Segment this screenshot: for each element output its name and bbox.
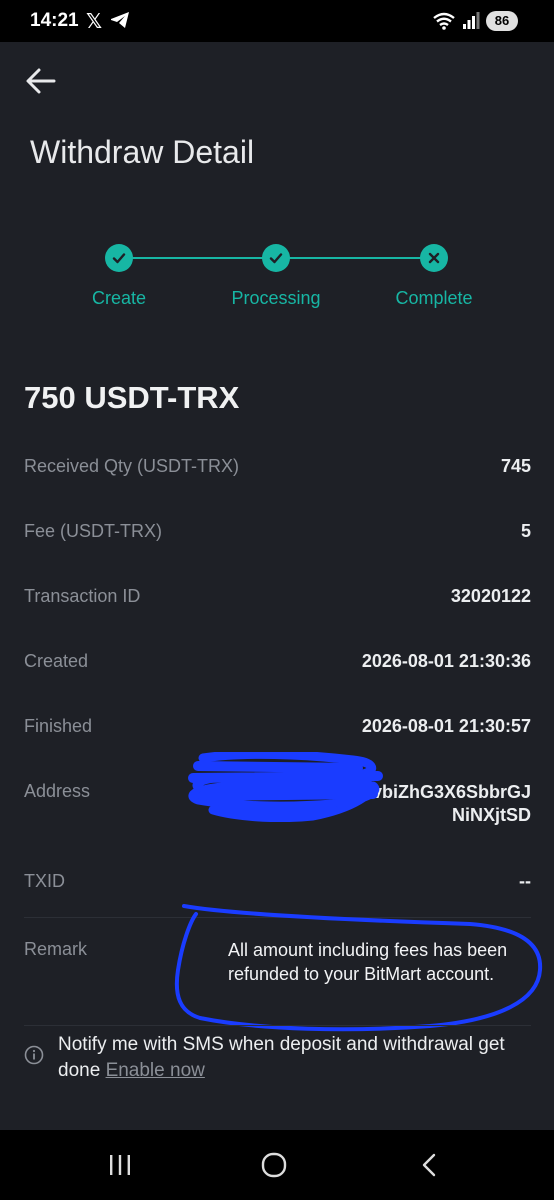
page-title: Withdraw Detail [30,134,255,170]
detail-row-fee: Fee (USDT-TRX) 5 [24,521,531,551]
withdraw-amount: 750 USDT-TRX [24,380,240,415]
home-circle-icon [261,1152,287,1178]
row-value: 745 [500,456,531,476]
back-arrow-icon[interactable] [24,64,58,98]
step-processing-dot [262,244,290,272]
info-icon [24,1045,44,1065]
step-label-complete: Complete [395,288,473,308]
check-icon [269,253,283,264]
step-label-processing: Processing [231,288,321,308]
address-value[interactable]: BvbiZhG3X6SbbrGJ NiNXjtSD [359,781,531,827]
row-label: Transaction ID [24,586,141,606]
status-time: 14:21 [30,10,79,31]
signal-icon [463,12,480,29]
check-icon [112,253,126,264]
x-app-icon: 𝕏 [86,11,103,33]
address-line-1: BvbiZhG3X6SbbrGJ [358,782,531,802]
step-connector [119,257,276,259]
row-value: 2026-08-01 21:30:36 [361,651,531,671]
detail-row-received-qty: Received Qty (USDT-TRX) 745 [24,456,531,486]
recent-apps-button[interactable] [100,1150,140,1180]
row-label: Address [24,781,91,801]
telegram-icon [111,12,129,28]
chevron-left-icon [422,1153,436,1177]
recent-apps-icon [110,1155,130,1175]
row-value: 5 [520,521,531,541]
step-complete-dot [420,244,448,272]
address-line-2: NiNXjtSD [451,805,531,825]
row-value: -- [519,871,531,891]
detail-row-transaction-id: Transaction ID 32020122 [24,586,531,616]
row-value[interactable]: 32020122 [451,586,531,607]
row-value: 2026-08-01 21:30:57 [361,716,531,736]
row-label: Remark [24,939,88,959]
detail-row-finished: Finished 2026-08-01 21:30:57 [24,716,531,746]
status-bar: 14:21 𝕏 86 [0,0,554,42]
row-label: Received Qty (USDT-TRX) [24,456,240,476]
system-nav-bar [0,1130,554,1200]
step-label-create: Create [91,288,147,308]
back-button[interactable] [410,1150,450,1180]
home-button[interactable] [254,1150,294,1180]
enable-now-link[interactable]: Enable now [106,1060,205,1081]
row-label: Created [24,651,89,671]
row-label: Finished [24,716,93,736]
divider [24,1025,531,1026]
row-label: Fee (USDT-TRX) [24,521,163,541]
progress-stepper: Create Processing Complete [0,240,554,320]
row-label: TXID [24,871,66,891]
wifi-icon [433,12,455,30]
detail-row-txid: TXID -- [24,871,531,901]
notify-text: Notify me with SMS when deposit and with… [58,1032,528,1084]
step-create-dot [105,244,133,272]
step-connector [276,257,434,259]
battery-indicator: 86 [486,11,518,31]
x-icon [428,252,440,264]
detail-row-created: Created 2026-08-01 21:30:36 [24,651,531,681]
annotation-circle [174,904,543,1032]
redaction-scribble [188,752,383,822]
